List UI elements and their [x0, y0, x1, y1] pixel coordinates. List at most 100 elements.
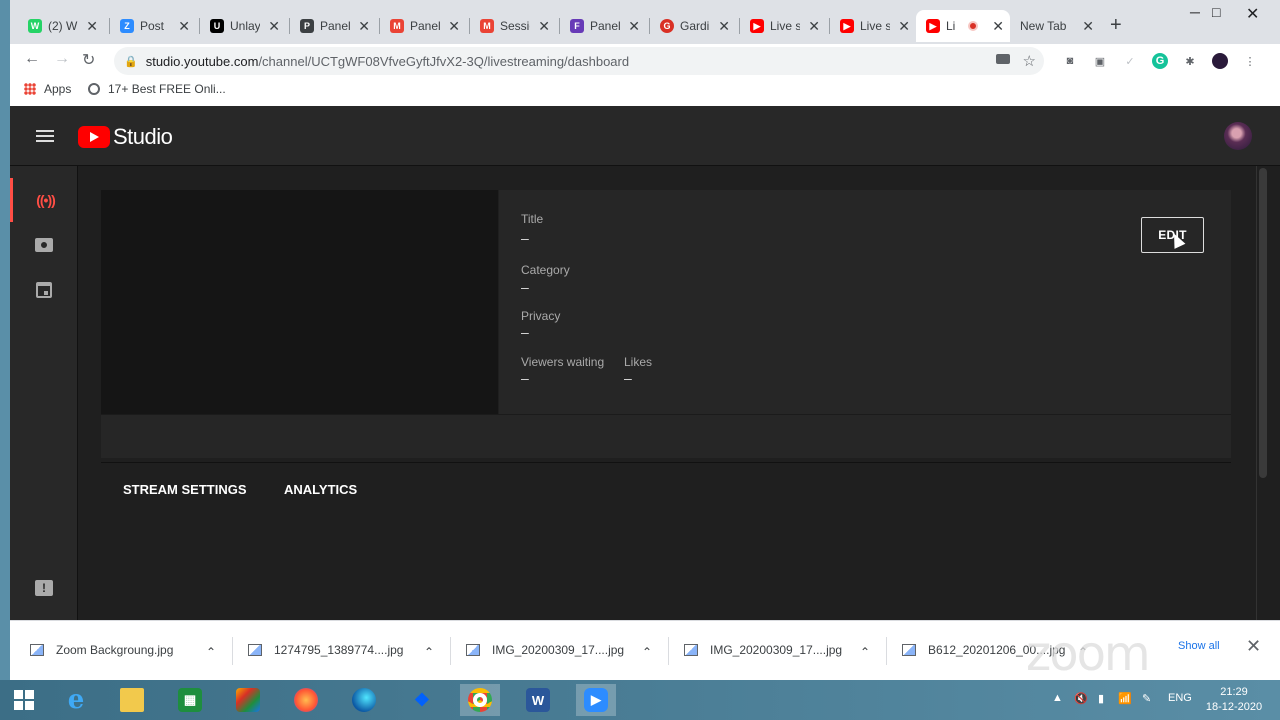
- title-label: Title: [521, 212, 544, 226]
- taskbar-dropbox[interactable]: ❖: [402, 684, 442, 716]
- tab-stream-settings[interactable]: STREAM SETTINGS: [123, 482, 247, 497]
- download-item[interactable]: 1274795_1389774....jpg: [248, 639, 403, 661]
- taskbar-store[interactable]: ▦: [170, 684, 210, 716]
- chevron-up-icon[interactable]: ⌃: [424, 641, 434, 663]
- close-tab-icon[interactable]: ✕: [538, 18, 550, 35]
- close-tab-icon[interactable]: ✕: [448, 18, 460, 35]
- reload-icon[interactable]: ↻: [82, 50, 95, 70]
- forward-icon[interactable]: →: [54, 50, 70, 68]
- recording-indicator-icon: [968, 21, 978, 31]
- show-hidden-icons[interactable]: ▲: [1052, 692, 1063, 704]
- browser-tab[interactable]: Z Post ✕: [110, 10, 196, 42]
- taskbar-edge[interactable]: [344, 684, 384, 716]
- studio-header: Studio: [10, 106, 1280, 166]
- close-tab-icon[interactable]: ✕: [1082, 18, 1094, 35]
- firefox-icon: [294, 688, 318, 712]
- bookmark-apps[interactable]: Apps: [24, 82, 71, 96]
- taskbar-photos[interactable]: [228, 684, 268, 716]
- category-label: Category: [521, 263, 570, 277]
- language-indicator[interactable]: ENG: [1168, 692, 1192, 704]
- extensions-puzzle-icon[interactable]: ✱: [1182, 53, 1198, 69]
- taskbar-firefox[interactable]: [286, 684, 326, 716]
- browser-tab[interactable]: M Panel ✕: [380, 10, 466, 42]
- chevron-up-icon[interactable]: ⌃: [642, 641, 652, 663]
- browser-tab[interactable]: ▶ Live s ✕: [830, 10, 916, 42]
- browser-tab[interactable]: New Tab ✕: [1010, 10, 1100, 42]
- camera-blocked-icon[interactable]: [996, 54, 1010, 64]
- browser-tab[interactable]: U Unlay ✕: [200, 10, 286, 42]
- close-tab-icon[interactable]: ✕: [808, 18, 820, 35]
- browser-window: W (2) W ✕ Z Post ✕ U Unlay ✕ P Panel ✕ M…: [10, 0, 1280, 680]
- stats-strip: [101, 414, 1231, 458]
- tab-label: Gardi: [680, 19, 710, 33]
- scrollbar[interactable]: [1256, 166, 1268, 620]
- back-icon[interactable]: ←: [24, 50, 40, 68]
- address-bar[interactable]: 🔒 studio.youtube.com/channel/UCTgWF08Vfv…: [114, 47, 1044, 75]
- taskbar-zoom[interactable]: ▶: [576, 684, 616, 716]
- chevron-up-icon[interactable]: ⌃: [860, 641, 870, 663]
- tab-label: Post: [140, 19, 165, 33]
- taskbar-ie[interactable]: e: [56, 684, 96, 716]
- close-tab-icon[interactable]: ✕: [268, 18, 280, 35]
- close-tab-icon[interactable]: ✕: [898, 18, 910, 35]
- close-tab-icon[interactable]: ✕: [718, 18, 730, 35]
- sidebar-item-manage[interactable]: [10, 268, 78, 312]
- close-window-button[interactable]: ✕: [1246, 4, 1259, 24]
- menu-dots-icon[interactable]: ⋮: [1242, 53, 1258, 69]
- download-item[interactable]: Zoom Backgroung.jpg: [30, 639, 173, 661]
- close-tab-icon[interactable]: ✕: [86, 18, 98, 35]
- sidebar-item-stream[interactable]: ((•)): [10, 178, 78, 222]
- close-tab-icon[interactable]: ✕: [178, 18, 190, 35]
- browser-tab[interactable]: P Panel ✕: [290, 10, 376, 42]
- tab-label: Live s: [770, 19, 800, 33]
- zoom-icon: Z: [120, 19, 134, 33]
- tab-analytics[interactable]: ANALYTICS: [284, 482, 357, 497]
- browser-tab[interactable]: F Panel ✕: [560, 10, 646, 42]
- system-clock[interactable]: 21:29 18-12-2020: [1202, 685, 1266, 715]
- bookmark-label: 17+ Best FREE Onli...: [108, 82, 226, 96]
- profile-avatar[interactable]: [1212, 53, 1228, 69]
- new-tab-button[interactable]: +: [1110, 14, 1122, 37]
- sidebar-item-feedback[interactable]: !: [10, 566, 78, 610]
- start-button[interactable]: [4, 684, 44, 716]
- apps-grid-icon: [24, 83, 36, 95]
- minimize-button[interactable]: ─: [1190, 4, 1200, 20]
- chevron-up-icon[interactable]: ⌃: [206, 641, 216, 663]
- download-item[interactable]: IMG_20200309_17....jpg: [466, 639, 624, 661]
- download-item[interactable]: IMG_20200309_17....jpg: [684, 639, 842, 661]
- battery-icon[interactable]: ▮: [1098, 692, 1104, 705]
- check-extension-icon[interactable]: ✓: [1122, 53, 1138, 69]
- extension-icon[interactable]: ▣: [1092, 53, 1108, 69]
- browser-tab[interactable]: G Gardi ✕: [650, 10, 736, 42]
- scrollbar-thumb[interactable]: [1259, 168, 1267, 478]
- browser-tab[interactable]: ▶ Live s ✕: [740, 10, 826, 42]
- sidebar-item-webcam[interactable]: [10, 223, 78, 267]
- browser-tab[interactable]: W (2) W ✕: [18, 10, 104, 42]
- maximize-button[interactable]: □: [1212, 4, 1220, 20]
- show-all-link[interactable]: Show all: [1178, 640, 1220, 652]
- image-file-icon: [30, 644, 44, 656]
- volume-muted-icon[interactable]: 🔇: [1074, 692, 1088, 705]
- pen-icon[interactable]: ✎: [1142, 692, 1151, 705]
- network-icon[interactable]: 📶: [1118, 692, 1132, 705]
- close-shelf-icon[interactable]: ✕: [1246, 636, 1261, 657]
- zoom-watermark: zoom: [1026, 626, 1151, 682]
- close-tab-icon[interactable]: ✕: [358, 18, 370, 35]
- grammarly-icon[interactable]: G: [1152, 53, 1168, 69]
- tab-label: New Tab: [1020, 19, 1067, 33]
- close-tab-icon[interactable]: ✕: [992, 18, 1004, 35]
- taskbar-explorer[interactable]: [112, 684, 152, 716]
- account-avatar[interactable]: [1224, 122, 1252, 150]
- bookmark-item[interactable]: 17+ Best FREE Onli...: [88, 82, 226, 96]
- bookmark-star-icon[interactable]: ☆: [1023, 52, 1036, 70]
- taskbar-chrome[interactable]: [460, 684, 500, 716]
- image-file-icon: [902, 644, 916, 656]
- hamburger-menu-icon[interactable]: [36, 130, 54, 142]
- studio-logo[interactable]: Studio: [78, 124, 173, 150]
- browser-tab-active[interactable]: ▶ Li ✕: [916, 10, 1010, 42]
- lock-icon: 🔒: [124, 55, 138, 68]
- browser-tab[interactable]: M Sessio ✕: [470, 10, 556, 42]
- screenshot-extension-icon[interactable]: ◙: [1062, 53, 1078, 69]
- taskbar-word[interactable]: W: [518, 684, 558, 716]
- close-tab-icon[interactable]: ✕: [628, 18, 640, 35]
